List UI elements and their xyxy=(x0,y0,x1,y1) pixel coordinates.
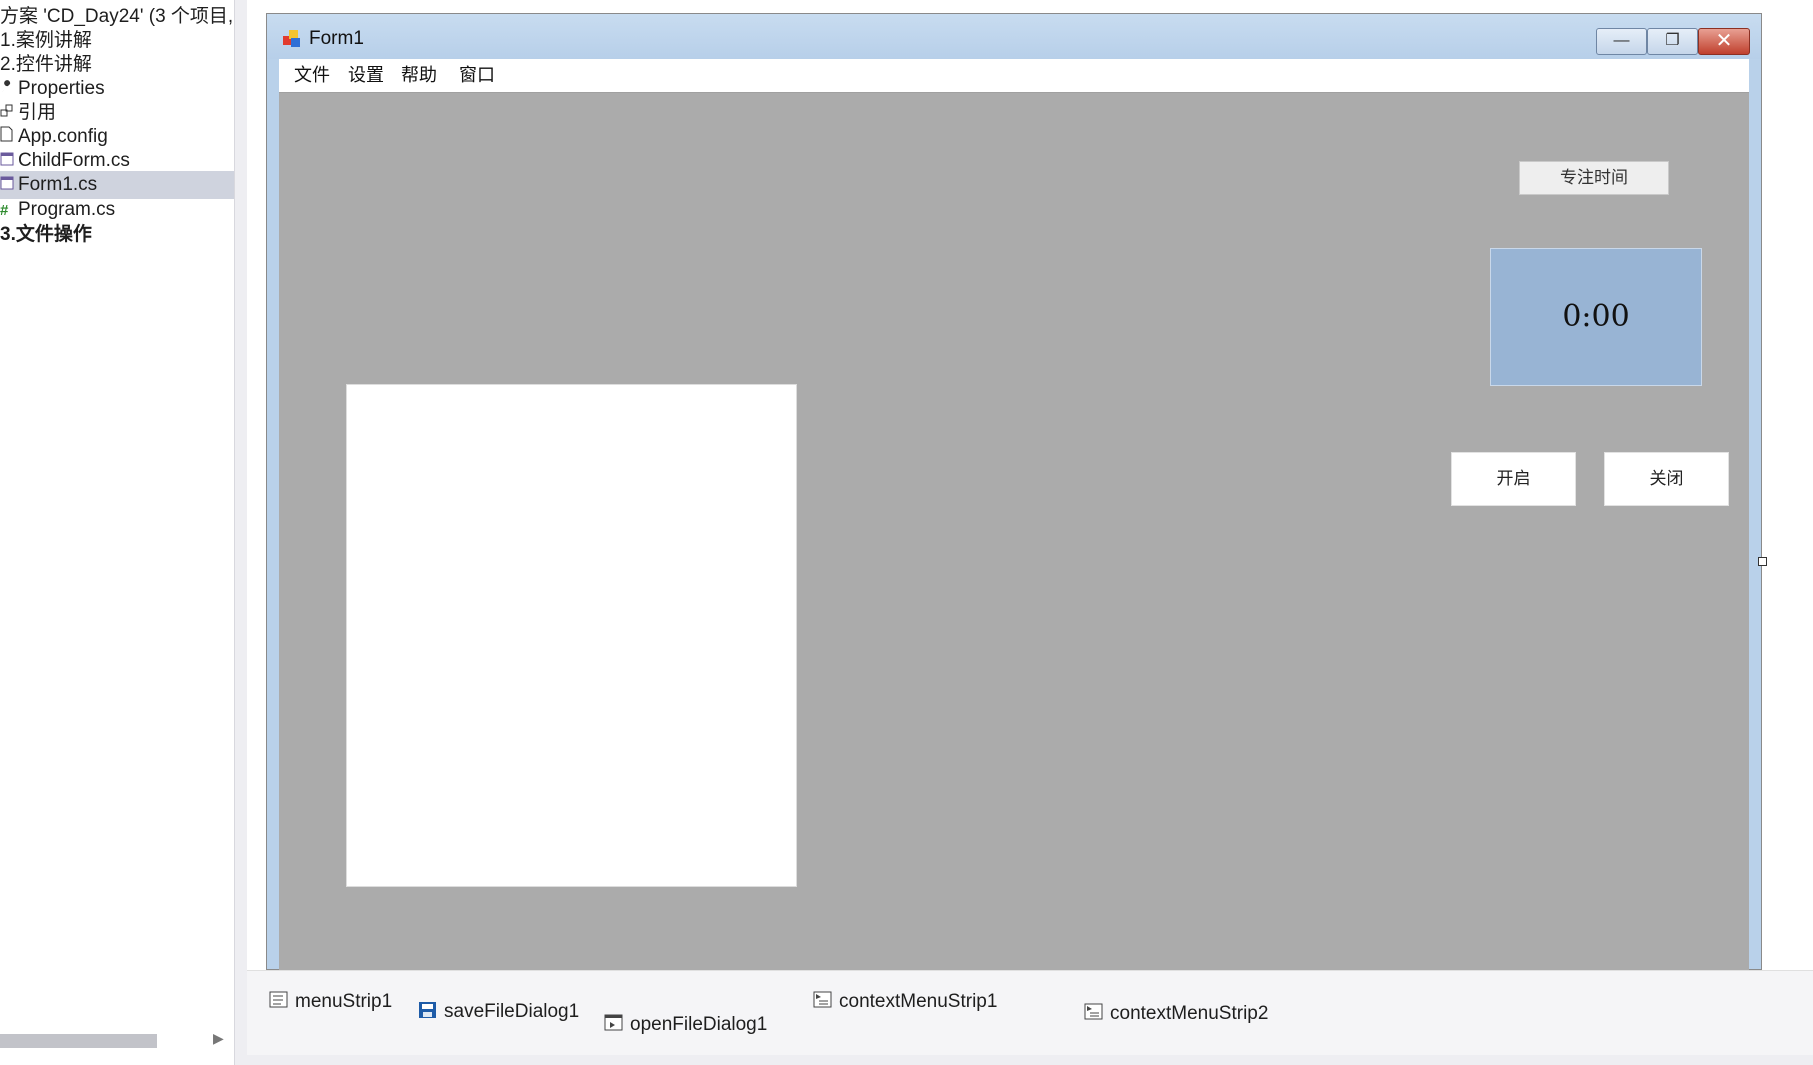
menu-item-help[interactable]: 帮助 xyxy=(401,59,437,92)
tray-item-label: menuStrip1 xyxy=(295,991,393,1012)
contextmenu-icon xyxy=(1084,1003,1104,1021)
tree-item-label: Form1.cs xyxy=(18,174,98,195)
tray-item-contextmenustrip1[interactable]: contextMenuStrip1 xyxy=(813,989,997,1015)
start-button[interactable]: 开启 xyxy=(1451,452,1576,506)
tree-item-label: ChildForm.cs xyxy=(18,150,130,171)
menu-item-settings[interactable]: 设置 xyxy=(348,59,384,92)
form-resize-handle[interactable] xyxy=(1758,557,1767,566)
scrollbar-thumb[interactable] xyxy=(0,1034,157,1048)
menu-item-window[interactable]: 窗口 xyxy=(459,59,495,92)
tree-item-label: Properties xyxy=(18,78,105,99)
tree-item-label: 2.控件讲解 xyxy=(0,54,92,75)
minimize-button[interactable]: — xyxy=(1596,28,1647,55)
picture-box[interactable] xyxy=(346,384,797,887)
savefiledialog-icon xyxy=(418,1001,438,1019)
tray-item-label: openFileDialog1 xyxy=(630,1014,768,1035)
tree-item-label: 引用 xyxy=(18,102,57,123)
tree-item-label: 方案 'CD_Day24' (3 个项目, xyxy=(0,6,234,27)
tree-item-label: 3.文件操作 xyxy=(0,224,92,245)
scroll-right-icon[interactable]: ▶ xyxy=(213,1030,224,1047)
tree-item-form1[interactable]: Form1.cs xyxy=(0,171,234,199)
form-window[interactable]: Form1 — ❐ ✕ 文件 设置 帮助 窗口 专注时间 0:00 开启 关闭 xyxy=(266,13,1762,971)
form-title-bar: Form1 — ❐ ✕ xyxy=(267,14,1761,59)
focus-time-button[interactable]: 专注时间 xyxy=(1519,161,1669,195)
maximize-icon: ❐ xyxy=(1665,32,1680,49)
solution-explorer-panel: 方案 'CD_Day24' (3 个项目, 1.案例讲解 2.控件讲解 Prop… xyxy=(0,0,234,1065)
minimize-icon: — xyxy=(1613,32,1630,49)
tree-item-label: 1.案例讲解 xyxy=(0,30,92,51)
close-button[interactable]: 关闭 xyxy=(1604,452,1729,506)
bottom-border xyxy=(247,1055,1813,1065)
close-window-button[interactable]: ✕ xyxy=(1698,28,1750,55)
form-client-area: 专注时间 0:00 开启 关闭 xyxy=(279,93,1749,971)
timer-display: 0:00 xyxy=(1490,248,1702,386)
tree-item-project-3[interactable]: 3.文件操作 xyxy=(0,221,92,249)
tree-item-label: App.config xyxy=(18,126,108,147)
openfiledialog-icon xyxy=(604,1014,624,1032)
tray-item-savefiledialog1[interactable]: saveFileDialog1 xyxy=(418,999,579,1025)
tray-item-menustrip1[interactable]: menuStrip1 xyxy=(269,989,392,1015)
menu-strip: 文件 设置 帮助 窗口 xyxy=(279,59,1749,93)
tray-item-label: saveFileDialog1 xyxy=(444,1001,580,1022)
tray-item-openfiledialog1[interactable]: openFileDialog1 xyxy=(604,1012,767,1038)
form-title: Form1 xyxy=(309,28,364,49)
horizontal-scrollbar[interactable]: ▶ xyxy=(0,1030,234,1050)
close-icon: ✕ xyxy=(1715,30,1733,52)
tray-item-label: contextMenuStrip1 xyxy=(839,991,998,1012)
tree-item-label: Program.cs xyxy=(18,199,116,220)
contextmenu-icon xyxy=(813,991,833,1009)
menu-item-file[interactable]: 文件 xyxy=(294,59,330,92)
tree-item-program[interactable]: # Program.cs xyxy=(0,196,115,224)
tray-item-label: contextMenuStrip2 xyxy=(1110,1003,1269,1024)
panel-splitter[interactable] xyxy=(234,0,248,1065)
form-app-icon xyxy=(283,30,301,48)
menustrip-icon xyxy=(269,991,289,1009)
maximize-button[interactable]: ❐ xyxy=(1647,28,1698,55)
tray-item-contextmenustrip2[interactable]: contextMenuStrip2 xyxy=(1084,1001,1268,1027)
designer-surface: Form1 — ❐ ✕ 文件 设置 帮助 窗口 专注时间 0:00 开启 关闭 xyxy=(247,0,1813,971)
component-tray: menuStrip1 saveFileDialog1 openFileDialo… xyxy=(247,970,1813,1056)
